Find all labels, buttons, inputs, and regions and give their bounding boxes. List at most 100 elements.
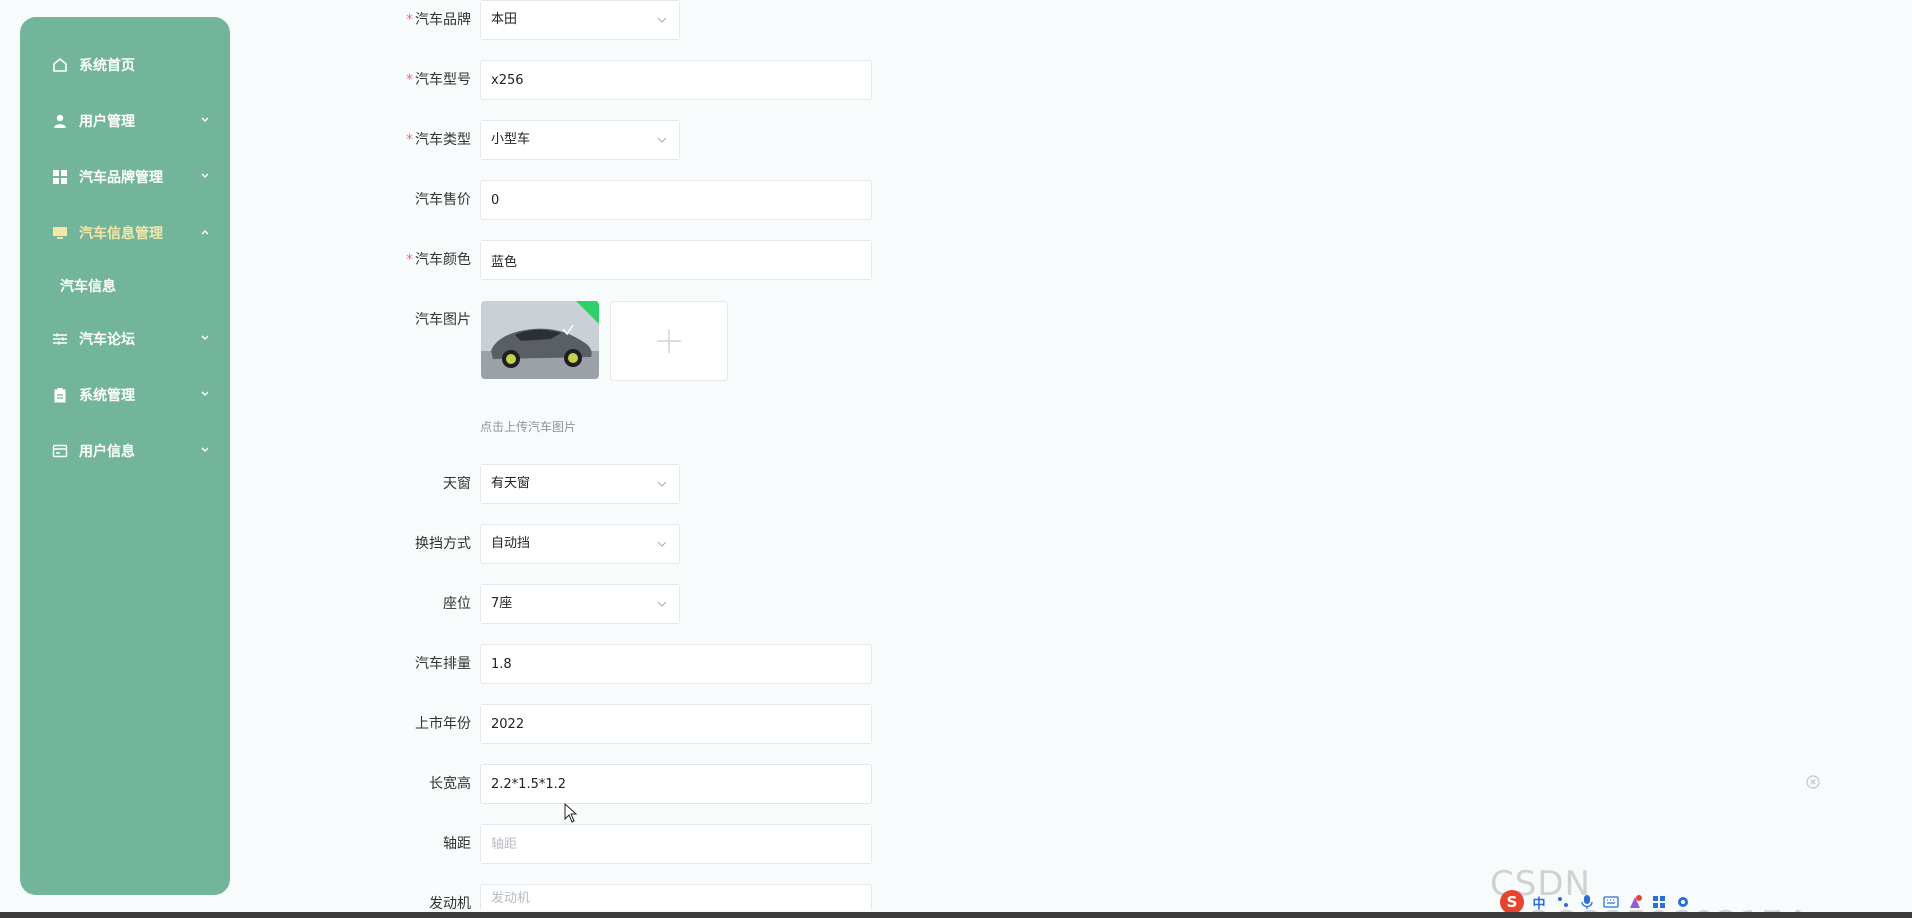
user-icon [51,112,69,130]
ime-logo-icon[interactable]: S [1500,890,1524,914]
car-image-thumbnail[interactable] [481,301,599,379]
sidebar-item-brand-management[interactable]: 汽车品牌管理 [20,157,230,197]
engine-input-box [480,884,872,911]
microphone-icon[interactable] [1578,893,1596,911]
monitor-icon [51,224,69,242]
sidebar: 系统首页 用户管理 汽车品牌管理 汽车信息管理 汽车信息 汽车论坛 系统管理 用… [20,17,230,895]
label-text: 汽车型号 [415,72,471,88]
settings-icon[interactable] [1674,893,1692,911]
required-mark: * [406,252,413,268]
mouse-cursor-icon [564,803,578,823]
form-row-sunroof: 天窗 有天窗 [392,464,932,504]
select-value: 本田 [491,12,518,27]
form-row-year: 上市年份 [392,704,932,744]
punctuation-icon[interactable] [1554,893,1572,911]
sidebar-item-system-management[interactable]: 系统管理 [20,375,230,415]
sidebar-item-label: 汽车论坛 [79,332,135,348]
label-text: 发动机 [429,896,471,912]
label-text: 长宽高 [429,776,471,792]
required-mark: * [406,12,413,28]
price-input[interactable] [481,181,871,219]
form-label: 换挡方式 [392,524,471,564]
form-label: 汽车售价 [392,180,471,220]
dimensions-input[interactable] [481,765,871,803]
form-row-brand: * 汽车品牌 本田 [392,0,932,40]
chevron-down-icon [201,335,209,340]
label-text: 汽车图片 [415,312,471,328]
chevron-down-icon [201,391,209,396]
label-text: 座位 [443,596,471,612]
required-mark: * [406,72,413,88]
plus-icon [657,329,681,353]
form-label: 汽车排量 [392,644,471,684]
sunroof-select[interactable]: 有天窗 [480,464,680,504]
seats-select[interactable]: 7座 [480,584,680,624]
form-row-displacement: 汽车排量 [392,644,932,684]
label-text: 天窗 [443,476,471,492]
form-label: * 汽车品牌 [392,0,471,40]
chevron-down-icon [201,173,209,178]
sidebar-item-user-info[interactable]: 用户信息 [20,431,230,471]
chevron-down-icon [657,481,667,487]
chevron-down-icon [657,601,667,607]
year-input-box [480,704,872,744]
sidebar-subitem-car-info[interactable]: 汽车信息 [60,266,210,306]
toolbox-icon[interactable] [1650,893,1668,911]
sidebar-subitem-label: 汽车信息 [60,279,116,295]
engine-input[interactable] [481,885,871,911]
form-label: * 汽车类型 [392,120,471,160]
form-label: 上市年份 [392,704,471,744]
label-text: 汽车排量 [415,656,471,672]
sidebar-item-car-forum[interactable]: 汽车论坛 [20,319,230,359]
label-text: 汽车类型 [415,132,471,148]
select-value: 小型车 [491,132,531,147]
year-input[interactable] [481,705,871,743]
label-text: 汽车颜色 [415,252,471,268]
dimensions-input-box [480,764,872,804]
form-label: 轴距 [392,824,471,864]
chevron-down-icon [657,17,667,23]
wheelbase-input[interactable] [481,825,871,863]
label-text: 汽车售价 [415,192,471,208]
sidebar-item-label: 系统首页 [79,58,135,74]
card-icon [51,442,69,460]
form-label: * 汽车型号 [392,60,471,100]
sidebar-item-label: 汽车品牌管理 [79,170,163,186]
taskbar-edge [0,912,1912,918]
form-label: 座位 [392,584,471,624]
sidebar-item-car-info-management[interactable]: 汽车信息管理 [20,213,230,253]
color-input[interactable] [481,241,871,279]
ime-lang-toggle[interactable]: 中 [1530,893,1548,912]
page: 系统首页 用户管理 汽车品牌管理 汽车信息管理 汽车信息 汽车论坛 系统管理 用… [0,0,1912,918]
sidebar-item-home[interactable]: 系统首页 [20,45,230,85]
form-row-dimensions: 长宽高 [392,764,932,804]
form-row-model: * 汽车型号 [392,60,932,100]
clipboard-icon [51,386,69,404]
grid-icon [51,168,69,186]
sidebar-item-user-management[interactable]: 用户管理 [20,101,230,141]
model-input[interactable] [481,61,871,99]
price-input-box [480,180,872,220]
keyboard-icon[interactable] [1602,893,1620,911]
sidebar-item-label: 系统管理 [79,388,135,404]
label-text: 轴距 [443,836,471,852]
sliders-icon [51,330,69,348]
sidebar-item-label: 用户管理 [79,114,135,130]
brand-select[interactable]: 本田 [480,0,680,40]
form-row-seats: 座位 7座 [392,584,932,624]
select-value: 自动挡 [491,536,531,551]
form-label: 汽车图片 [392,300,471,340]
form-row-type: * 汽车类型 小型车 [392,120,932,160]
form-row-gear: 换挡方式 自动挡 [392,524,932,564]
chevron-down-icon [201,447,209,452]
chevron-down-icon [201,117,209,122]
gear-select[interactable]: 自动挡 [480,524,680,564]
displacement-input[interactable] [481,645,871,683]
upload-image-button[interactable] [610,301,728,381]
home-icon [51,56,69,74]
chevron-down-icon [657,137,667,143]
clear-icon[interactable] [1806,775,1820,789]
type-select[interactable]: 小型车 [480,120,680,160]
model-input-box [480,60,872,100]
skin-icon[interactable] [1626,893,1644,911]
